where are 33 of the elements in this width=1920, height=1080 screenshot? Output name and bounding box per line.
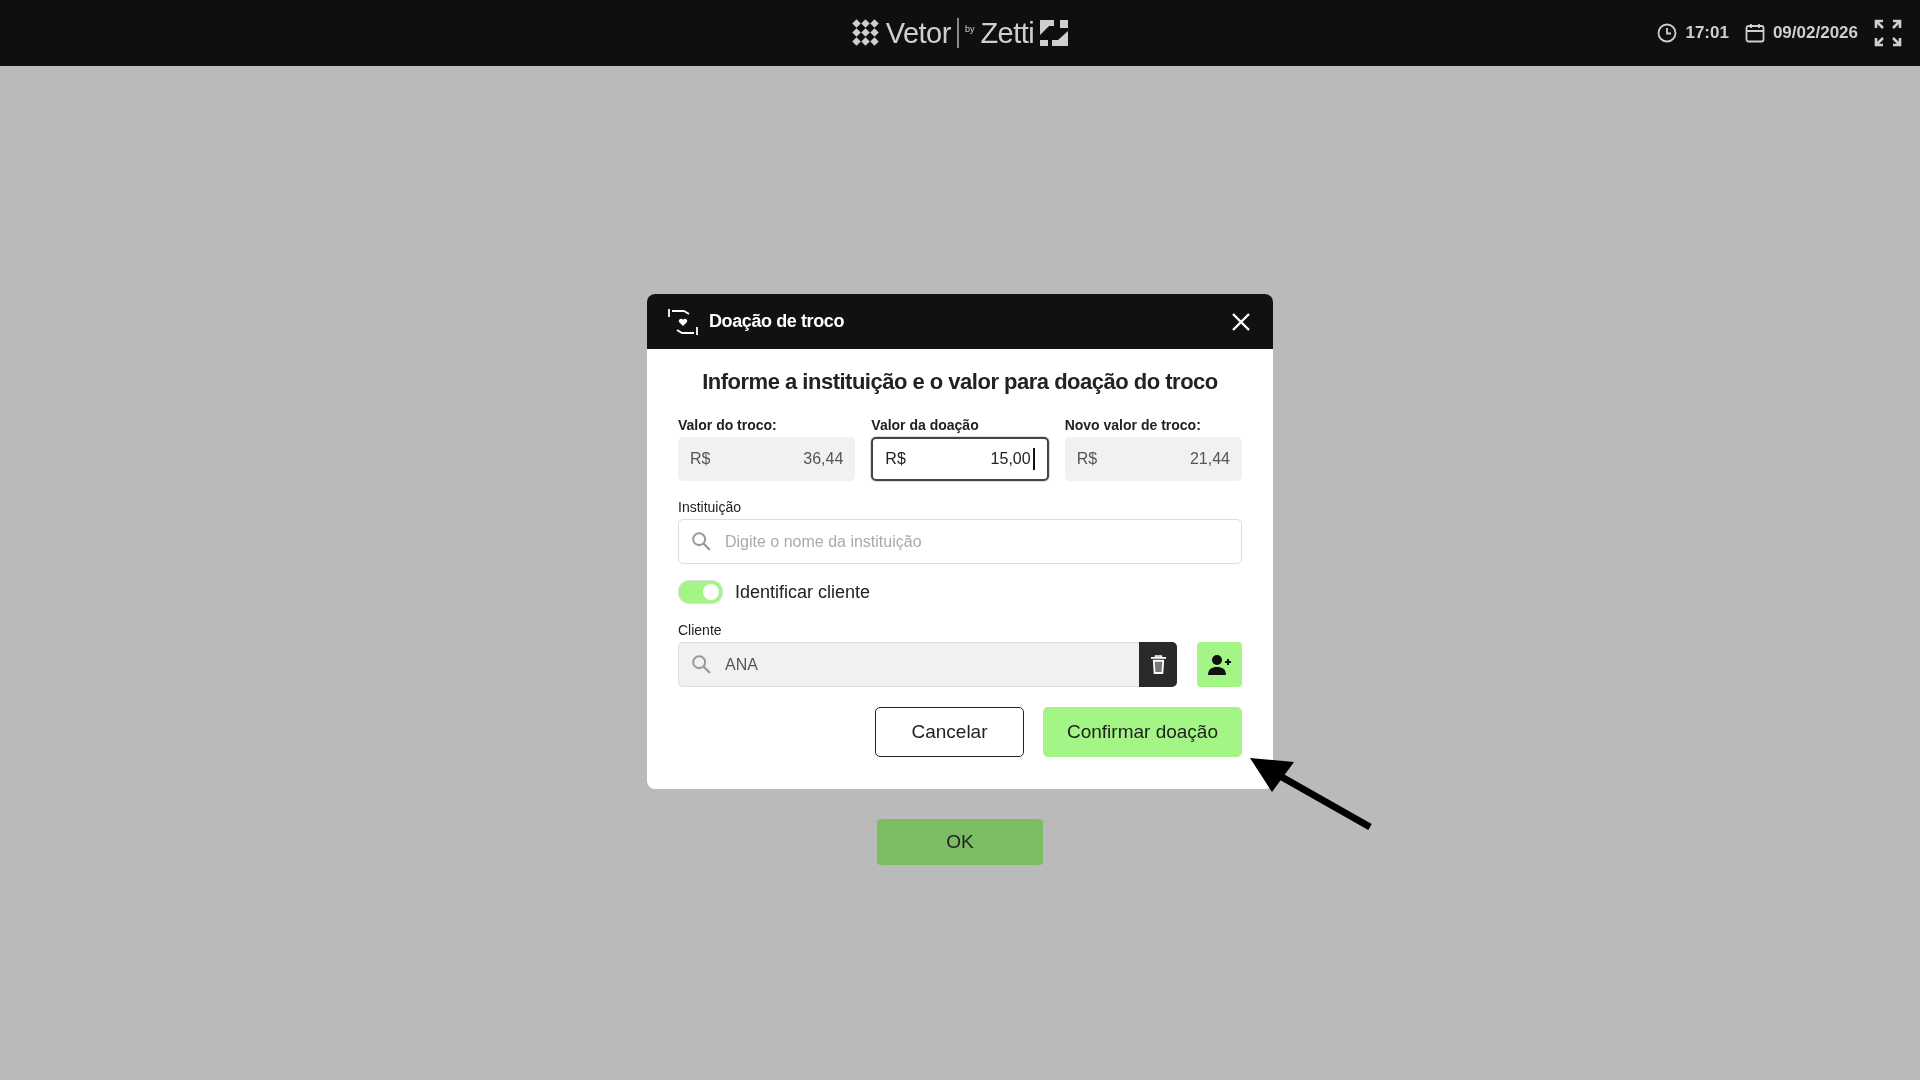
dialog-heading: Informe a instituição e o valor para doação do troco bbox=[701, 369, 1219, 395]
ok-button[interactable]: OK bbox=[877, 819, 1043, 865]
amount-field: R$ 21,44 bbox=[1064, 437, 1242, 481]
logo-text: Vetor bbox=[885, 16, 951, 50]
cancel-button[interactable]: Cancelar bbox=[875, 707, 1024, 757]
trash-icon bbox=[1149, 654, 1167, 675]
date-text: 09/02/2026 bbox=[1772, 23, 1858, 43]
donation-icon bbox=[667, 306, 699, 337]
close-icon[interactable] bbox=[1231, 311, 1251, 332]
field-label: Instituição bbox=[678, 499, 743, 515]
toggle-switch[interactable] bbox=[678, 580, 723, 604]
time-text: 17:01 bbox=[1685, 23, 1729, 43]
logo-text: Zetti bbox=[980, 16, 1035, 50]
amount-field: R$ 36,44 bbox=[678, 437, 856, 481]
logo-text: by bbox=[964, 23, 975, 34]
client-search-field[interactable]: ANA bbox=[678, 642, 1139, 687]
institution-search-field[interactable]: Digite o nome da instituição bbox=[678, 519, 1242, 564]
toggle-label: Identificar cliente bbox=[735, 581, 871, 603]
add-person-icon bbox=[1207, 653, 1232, 676]
fullscreen-icon[interactable] bbox=[1874, 19, 1902, 47]
clock-icon bbox=[1657, 23, 1678, 43]
amount-field[interactable]: R$ 15,00 bbox=[871, 437, 1049, 481]
calendar-icon bbox=[1744, 23, 1765, 43]
confirm-button[interactable]: Confirmar doação bbox=[1043, 707, 1242, 757]
logo-icon bbox=[851, 19, 880, 47]
dialog-title: Doação de troco bbox=[709, 311, 846, 332]
delete-button[interactable] bbox=[1139, 642, 1177, 687]
field-label: Valor do troco: bbox=[678, 417, 778, 433]
field-label: Valor da doação bbox=[871, 417, 980, 433]
field-label: Novo valor de troco: bbox=[1064, 417, 1202, 433]
add-client-button[interactable] bbox=[1197, 642, 1242, 687]
field-label: Cliente bbox=[678, 622, 723, 638]
logo-icon bbox=[1040, 20, 1069, 46]
